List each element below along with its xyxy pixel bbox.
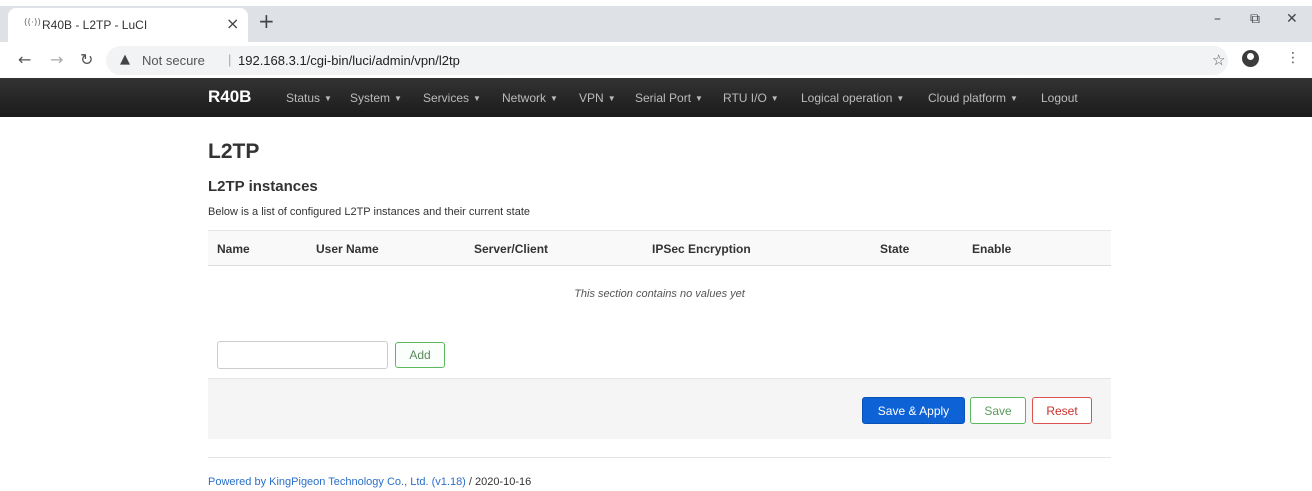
close-tab-icon[interactable]: ×	[226, 14, 239, 33]
back-arrow-icon[interactable]: ←	[18, 50, 31, 69]
menu-services-label: Services	[423, 91, 470, 105]
chevron-down-icon: ▼	[695, 94, 703, 103]
add-button[interactable]: Add	[395, 342, 445, 368]
menu-system-label: System	[350, 91, 391, 105]
chevron-down-icon: ▼	[550, 94, 558, 103]
menu-cloud-platform-label: Cloud platform	[928, 91, 1007, 105]
footer-date: / 2020-10-16	[465, 476, 532, 488]
url-text[interactable]: 192.168.3.1/cgi-bin/luci/admin/vpn/l2tp	[238, 53, 460, 68]
chevron-down-icon: ▼	[394, 94, 402, 103]
close-window-icon[interactable]: ✕	[1286, 11, 1298, 27]
menu-services[interactable]: Services ▼	[423, 91, 481, 105]
column-header-ipsec-encryption: IPSec Encryption	[652, 242, 751, 256]
menu-rtu-io[interactable]: RTU I/O ▼	[723, 91, 779, 105]
section-title: L2TP instances	[208, 178, 318, 195]
browser-tab[interactable]: ((·)) R40B - L2TP - LuCI ×	[8, 8, 248, 42]
menu-rtu-io-label: RTU I/O	[723, 91, 767, 105]
menu-vpn-label: VPN	[579, 91, 604, 105]
menu-network[interactable]: Network ▼	[502, 91, 558, 105]
chevron-down-icon: ▼	[607, 94, 616, 103]
menu-cloud-platform[interactable]: Cloud platform ▼	[928, 91, 1018, 105]
browser-toolbar: ← → ↻ ▲ Not secure | 192.168.3.1/cgi-bin…	[0, 42, 1312, 78]
warning-triangle-icon[interactable]: ▲	[120, 52, 130, 67]
new-instance-name-input[interactable]	[217, 341, 388, 369]
menu-status-label: Status	[286, 91, 321, 105]
menu-logical-operation[interactable]: Logical operation ▼	[801, 91, 904, 105]
menu-logical-operation-label: Logical operation	[801, 91, 893, 105]
column-header-name: Name	[217, 242, 250, 256]
minimize-window-icon[interactable]: –	[1214, 11, 1221, 27]
footer-link[interactable]: Powered by KingPigeon Technology Co., Lt…	[208, 476, 466, 488]
chevron-down-icon: ▼	[1010, 94, 1018, 103]
chevron-down-icon: ▼	[896, 94, 905, 103]
footer-divider	[208, 457, 1111, 458]
restore-window-icon[interactable]: ⧉	[1250, 11, 1260, 27]
menu-vpn[interactable]: VPN ▼	[579, 91, 616, 105]
security-status[interactable]: Not secure	[142, 53, 205, 68]
wireless-favicon-icon: ((·))	[24, 18, 41, 28]
menu-network-label: Network	[502, 91, 547, 105]
reset-button[interactable]: Reset	[1032, 397, 1092, 424]
chevron-down-icon: ▼	[473, 94, 481, 103]
chevron-down-icon: ▼	[324, 94, 332, 103]
menu-status[interactable]: Status ▼	[286, 91, 332, 105]
column-header-server-client: Server/Client	[474, 242, 549, 256]
forward-arrow-icon[interactable]: →	[50, 50, 63, 69]
tabstrip-top-edge	[0, 0, 1312, 6]
page-title: L2TP	[208, 140, 260, 163]
column-header-user-name: User Name	[316, 242, 379, 256]
reload-icon[interactable]: ↻	[80, 50, 93, 69]
menu-serial-port[interactable]: Serial Port ▼	[635, 91, 703, 105]
browser-menu-icon[interactable]: ⋮	[1286, 50, 1300, 66]
empty-placeholder-text: This section contains no values yet	[574, 288, 745, 300]
column-header-enable: Enable	[972, 242, 1012, 256]
save-button[interactable]: Save	[970, 397, 1026, 424]
brand-logo[interactable]: R40B	[208, 87, 251, 107]
table-header: Name User Name Server/Client IPSec Encry…	[208, 230, 1111, 266]
menu-serial-port-label: Serial Port	[635, 91, 692, 105]
url-separator: |	[228, 52, 232, 67]
browser-tabstrip: ((·)) R40B - L2TP - LuCI × + – ⧉ ✕	[0, 0, 1312, 42]
tab-title: R40B - L2TP - LuCI	[42, 18, 148, 32]
account-avatar-icon[interactable]	[1242, 50, 1259, 67]
chevron-down-icon: ▼	[770, 94, 779, 103]
section-description: Below is a list of configured L2TP insta…	[208, 206, 531, 218]
column-header-state: State	[880, 242, 910, 256]
menu-logout[interactable]: Logout	[1041, 91, 1078, 105]
luci-navbar: R40B Status ▼ System ▼ Services ▼ Network ▼ …	[0, 78, 1312, 117]
footer: Powered by KingPigeon Technology Co., Lt…	[208, 476, 531, 488]
menu-system[interactable]: System ▼	[350, 91, 402, 105]
bookmark-star-icon[interactable]: ☆	[1212, 51, 1225, 69]
address-bar[interactable]: ▲ Not secure | 192.168.3.1/cgi-bin/luci/…	[106, 46, 1228, 75]
new-tab-icon[interactable]: +	[258, 9, 275, 33]
save-apply-button[interactable]: Save & Apply	[862, 397, 965, 424]
